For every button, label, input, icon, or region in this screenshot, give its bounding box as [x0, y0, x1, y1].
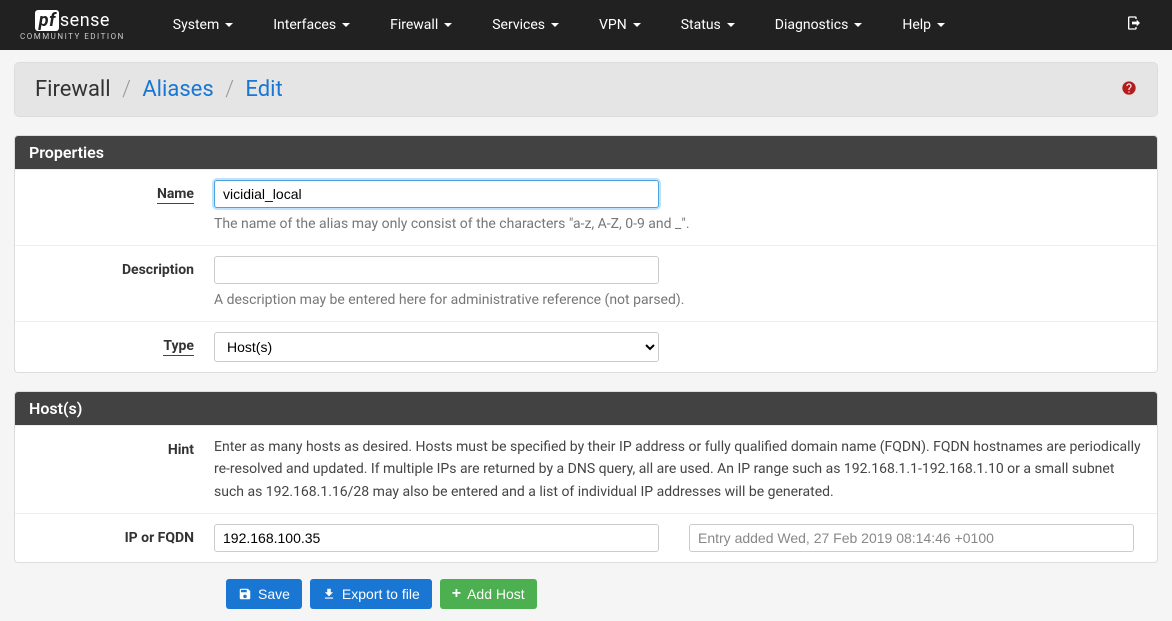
question-circle-icon: [1121, 80, 1137, 96]
add-host-label: Add Host: [467, 586, 525, 602]
row-ip: IP or FQDN: [15, 513, 1157, 562]
breadcrumb-edit-link[interactable]: Edit: [245, 77, 282, 102]
logo-subtitle: COMMUNITY EDITION: [20, 32, 125, 41]
nav-label: System: [173, 17, 219, 33]
breadcrumb: Firewall / Aliases / Edit: [35, 77, 283, 102]
add-host-button[interactable]: + Add Host: [440, 579, 537, 609]
properties-panel: Properties Name The name of the alias ma…: [14, 135, 1158, 373]
nav-label: Services: [492, 17, 545, 33]
type-select[interactable]: Host(s): [214, 332, 659, 362]
nav-label: Firewall: [390, 17, 438, 33]
nav-system[interactable]: System: [155, 3, 251, 47]
nav-label: Status: [681, 17, 721, 33]
description-help: A description may be entered here for ad…: [214, 290, 1134, 311]
properties-header: Properties: [15, 136, 1157, 169]
label-hint: Hint: [29, 436, 214, 503]
caret-icon: [633, 23, 641, 27]
entry-description-input[interactable]: [689, 524, 1134, 552]
caret-icon: [342, 23, 350, 27]
label-type: Type: [29, 332, 214, 362]
nav-label: Interfaces: [273, 17, 336, 33]
logout-button[interactable]: [1116, 5, 1152, 45]
nav-interfaces[interactable]: Interfaces: [255, 3, 368, 47]
download-icon: [322, 587, 336, 601]
save-icon: [238, 587, 252, 601]
label-name: Name: [29, 180, 214, 235]
save-button[interactable]: Save: [226, 579, 302, 609]
nav-diagnostics[interactable]: Diagnostics: [757, 3, 881, 47]
nav-firewall[interactable]: Firewall: [372, 3, 470, 47]
row-name: Name The name of the alias may only cons…: [15, 169, 1157, 245]
description-input[interactable]: [214, 256, 659, 284]
hint-text: Enter as many hosts as desired. Hosts mu…: [214, 436, 1143, 503]
ip-input[interactable]: [214, 524, 659, 552]
name-help: The name of the alias may only consist o…: [214, 214, 1134, 235]
logout-icon: [1126, 15, 1142, 31]
row-hint: Hint Enter as many hosts as desired. Hos…: [15, 425, 1157, 513]
breadcrumb-sep: /: [225, 77, 234, 102]
nav-label: Diagnostics: [775, 17, 849, 33]
caret-icon: [225, 23, 233, 27]
export-button[interactable]: Export to file: [310, 579, 432, 609]
name-input[interactable]: [214, 180, 659, 208]
nav-label: VPN: [599, 17, 627, 33]
row-type: Type Host(s): [15, 321, 1157, 372]
caret-icon: [551, 23, 559, 27]
action-buttons: Save Export to file + Add Host: [14, 579, 1158, 609]
nav-label: Help: [902, 17, 931, 33]
plus-icon: +: [452, 586, 461, 602]
caret-icon: [937, 23, 945, 27]
nav-status[interactable]: Status: [663, 3, 753, 47]
hosts-header: Host(s): [15, 392, 1157, 425]
breadcrumb-bar: Firewall / Aliases / Edit: [14, 62, 1158, 117]
breadcrumb-root: Firewall: [35, 77, 111, 102]
page-help-button[interactable]: [1121, 80, 1137, 100]
caret-icon: [854, 23, 862, 27]
save-label: Save: [258, 586, 290, 602]
export-label: Export to file: [342, 586, 420, 602]
hosts-panel: Host(s) Hint Enter as many hosts as desi…: [14, 391, 1158, 563]
logo[interactable]: pfsense COMMUNITY EDITION: [20, 10, 125, 41]
caret-icon: [444, 23, 452, 27]
label-description: Description: [29, 256, 214, 311]
top-navbar: pfsense COMMUNITY EDITION System Interfa…: [0, 0, 1172, 50]
logo-brand: pfsense: [35, 10, 110, 31]
nav-vpn[interactable]: VPN: [581, 3, 659, 47]
nav-services[interactable]: Services: [474, 3, 577, 47]
breadcrumb-sep: /: [122, 77, 131, 102]
row-description: Description A description may be entered…: [15, 245, 1157, 321]
caret-icon: [727, 23, 735, 27]
label-ip: IP or FQDN: [29, 524, 214, 552]
nav-help[interactable]: Help: [884, 3, 963, 47]
breadcrumb-aliases-link[interactable]: Aliases: [142, 77, 213, 102]
nav-items: System Interfaces Firewall Services VPN …: [155, 3, 1116, 47]
